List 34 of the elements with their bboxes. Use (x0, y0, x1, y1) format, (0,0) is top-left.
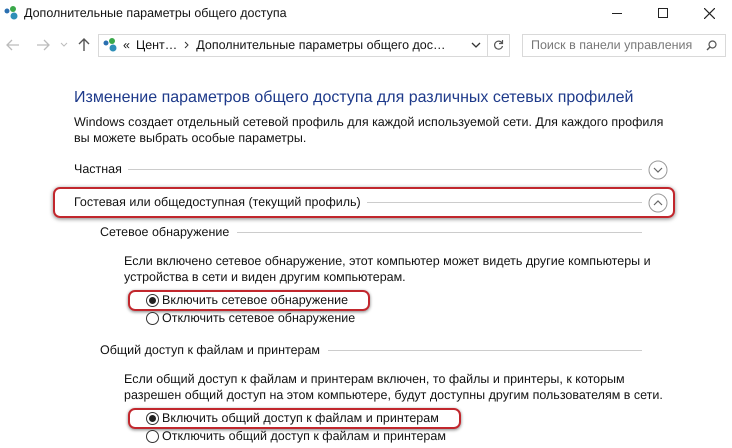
profile-header[interactable]: Частная (74, 154, 668, 185)
search-icon (706, 40, 717, 50)
option-label: Отключить общий доступ к файлам и принтерам (162, 428, 446, 446)
page-heading: Изменение параметров общего доступа для различных сетевых профилей (74, 88, 634, 108)
radio-button[interactable] (146, 412, 159, 425)
close-icon (704, 8, 714, 18)
profile-header[interactable]: Гостевая или общедоступная (текущий профиль) (53, 187, 675, 218)
profile-label: Гостевая или общедоступная (текущий профиль) (74, 194, 361, 212)
section-description: Если общий доступ к файлам и принтерам включен, то файлы и принтеры, к которым разрешен общий доступ на этом компьютере, будут доступны другим пользователям в сети. (124, 371, 664, 403)
radio-button[interactable] (146, 312, 159, 325)
radio-button[interactable] (146, 294, 159, 307)
network-icon (3, 5, 19, 21)
address-bar[interactable]: « Цент… Дополнительные параметры общего дос… (98, 34, 510, 56)
profile-label: Частная (74, 161, 122, 178)
section-title: Сетевое обнаружение (100, 224, 230, 241)
option-label: Отключить сетевое обнаружение (162, 310, 356, 328)
section-description: Если включено сетевое обнаружение, этот компьютер может видеть другие компьютеры и устройства в сети и виден другим компьютерам. (124, 253, 652, 285)
page-description: Windows создает отдельный сетевой профиль для каждой используемой сети. Для каждого профиля вы можете выбрать особые параметры. (74, 114, 664, 146)
chevron-down-icon[interactable] (471, 42, 481, 48)
breadcrumb-item[interactable]: Цент… (136, 36, 178, 54)
radio-button[interactable] (146, 430, 159, 443)
option-label: Включить сетевое обнаружение (162, 292, 348, 310)
expand-icon[interactable] (648, 160, 668, 180)
refresh-icon[interactable] (493, 39, 504, 51)
search-field[interactable]: Поиск в панели управления (522, 34, 726, 56)
up-arrow-icon[interactable] (78, 38, 90, 52)
breadcrumb-item[interactable]: Дополнительные параметры общего дос… (196, 36, 446, 54)
section-title: Общий доступ к файлам и принтерам (100, 342, 320, 359)
window-title: Дополнительные параметры общего доступа (24, 4, 287, 22)
chevron-right-icon (184, 41, 190, 49)
collapse-icon[interactable] (648, 192, 668, 212)
network-icon (102, 37, 118, 53)
option-label: Включить общий доступ к файлам и принтерам (162, 410, 439, 428)
overflow-marker[interactable]: « (123, 36, 130, 54)
